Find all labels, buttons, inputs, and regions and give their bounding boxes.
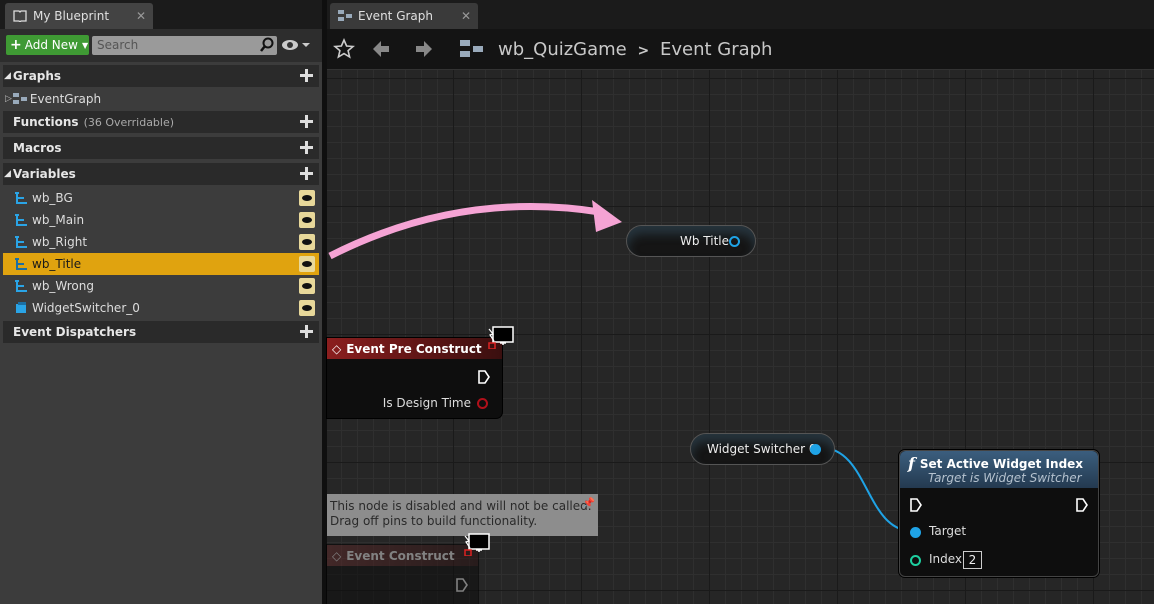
event-pre-construct-node[interactable]: ◇ Event Pre Construct Is Design Time xyxy=(327,338,502,418)
client-monitor-icon xyxy=(488,326,514,349)
exec-input-pin[interactable] xyxy=(910,498,922,512)
node-header: ◇ Event Construct xyxy=(327,545,478,566)
client-monitor-icon xyxy=(464,533,490,556)
event-diamond-icon: ◇ xyxy=(332,548,342,563)
widget-switcher-label: Widget Switcher 0 xyxy=(707,442,817,456)
disabled-node-comment: This node is disabled and will not be ca… xyxy=(327,494,598,536)
comment-line-2: Drag off pins to build functionality. xyxy=(330,514,538,528)
comment-line-1: This node is disabled and will not be ca… xyxy=(330,499,592,513)
wb-title-label: Wb Title xyxy=(680,234,730,248)
function-icon: f xyxy=(908,454,915,473)
exec-output-pin[interactable] xyxy=(456,578,468,592)
set-active-widget-index-node[interactable]: f Set Active Widget Index Target is Widg… xyxy=(899,450,1099,577)
target-input-pin[interactable] xyxy=(910,527,921,538)
target-subtitle: Target is Widget Switcher xyxy=(928,471,1082,485)
exec-output-pin[interactable] xyxy=(478,370,490,384)
target-label: Target xyxy=(929,524,967,538)
index-input-pin[interactable] xyxy=(910,555,921,566)
annotation-arrow xyxy=(328,203,601,260)
node-header: f Set Active Widget Index Target is Widg… xyxy=(900,451,1098,488)
annotation-arrow-head xyxy=(592,200,622,232)
widget-switcher-getter-node[interactable]: Widget Switcher 0 xyxy=(690,433,835,465)
event-construct-node[interactable]: ◇ Event Construct xyxy=(327,545,478,604)
pin-icon[interactable]: 📌 xyxy=(583,496,595,511)
object-output-pin[interactable] xyxy=(729,236,740,247)
node-header: ◇ Event Pre Construct xyxy=(327,338,502,359)
bool-output-pin[interactable] xyxy=(477,398,488,409)
index-label: Index xyxy=(929,552,963,566)
index-value-field[interactable]: 2 xyxy=(963,551,982,569)
event-pre-construct-title: Event Pre Construct xyxy=(346,341,482,356)
object-output-pin[interactable] xyxy=(810,444,821,455)
event-construct-title: Event Construct xyxy=(346,548,455,563)
exec-output-pin[interactable] xyxy=(1076,498,1088,512)
set-active-widget-index-title: Set Active Widget Index xyxy=(919,456,1084,471)
event-diamond-icon: ◇ xyxy=(332,341,342,356)
wb-title-getter-node[interactable]: Wb Title xyxy=(626,225,756,257)
is-design-time-label: Is Design Time xyxy=(382,396,471,410)
